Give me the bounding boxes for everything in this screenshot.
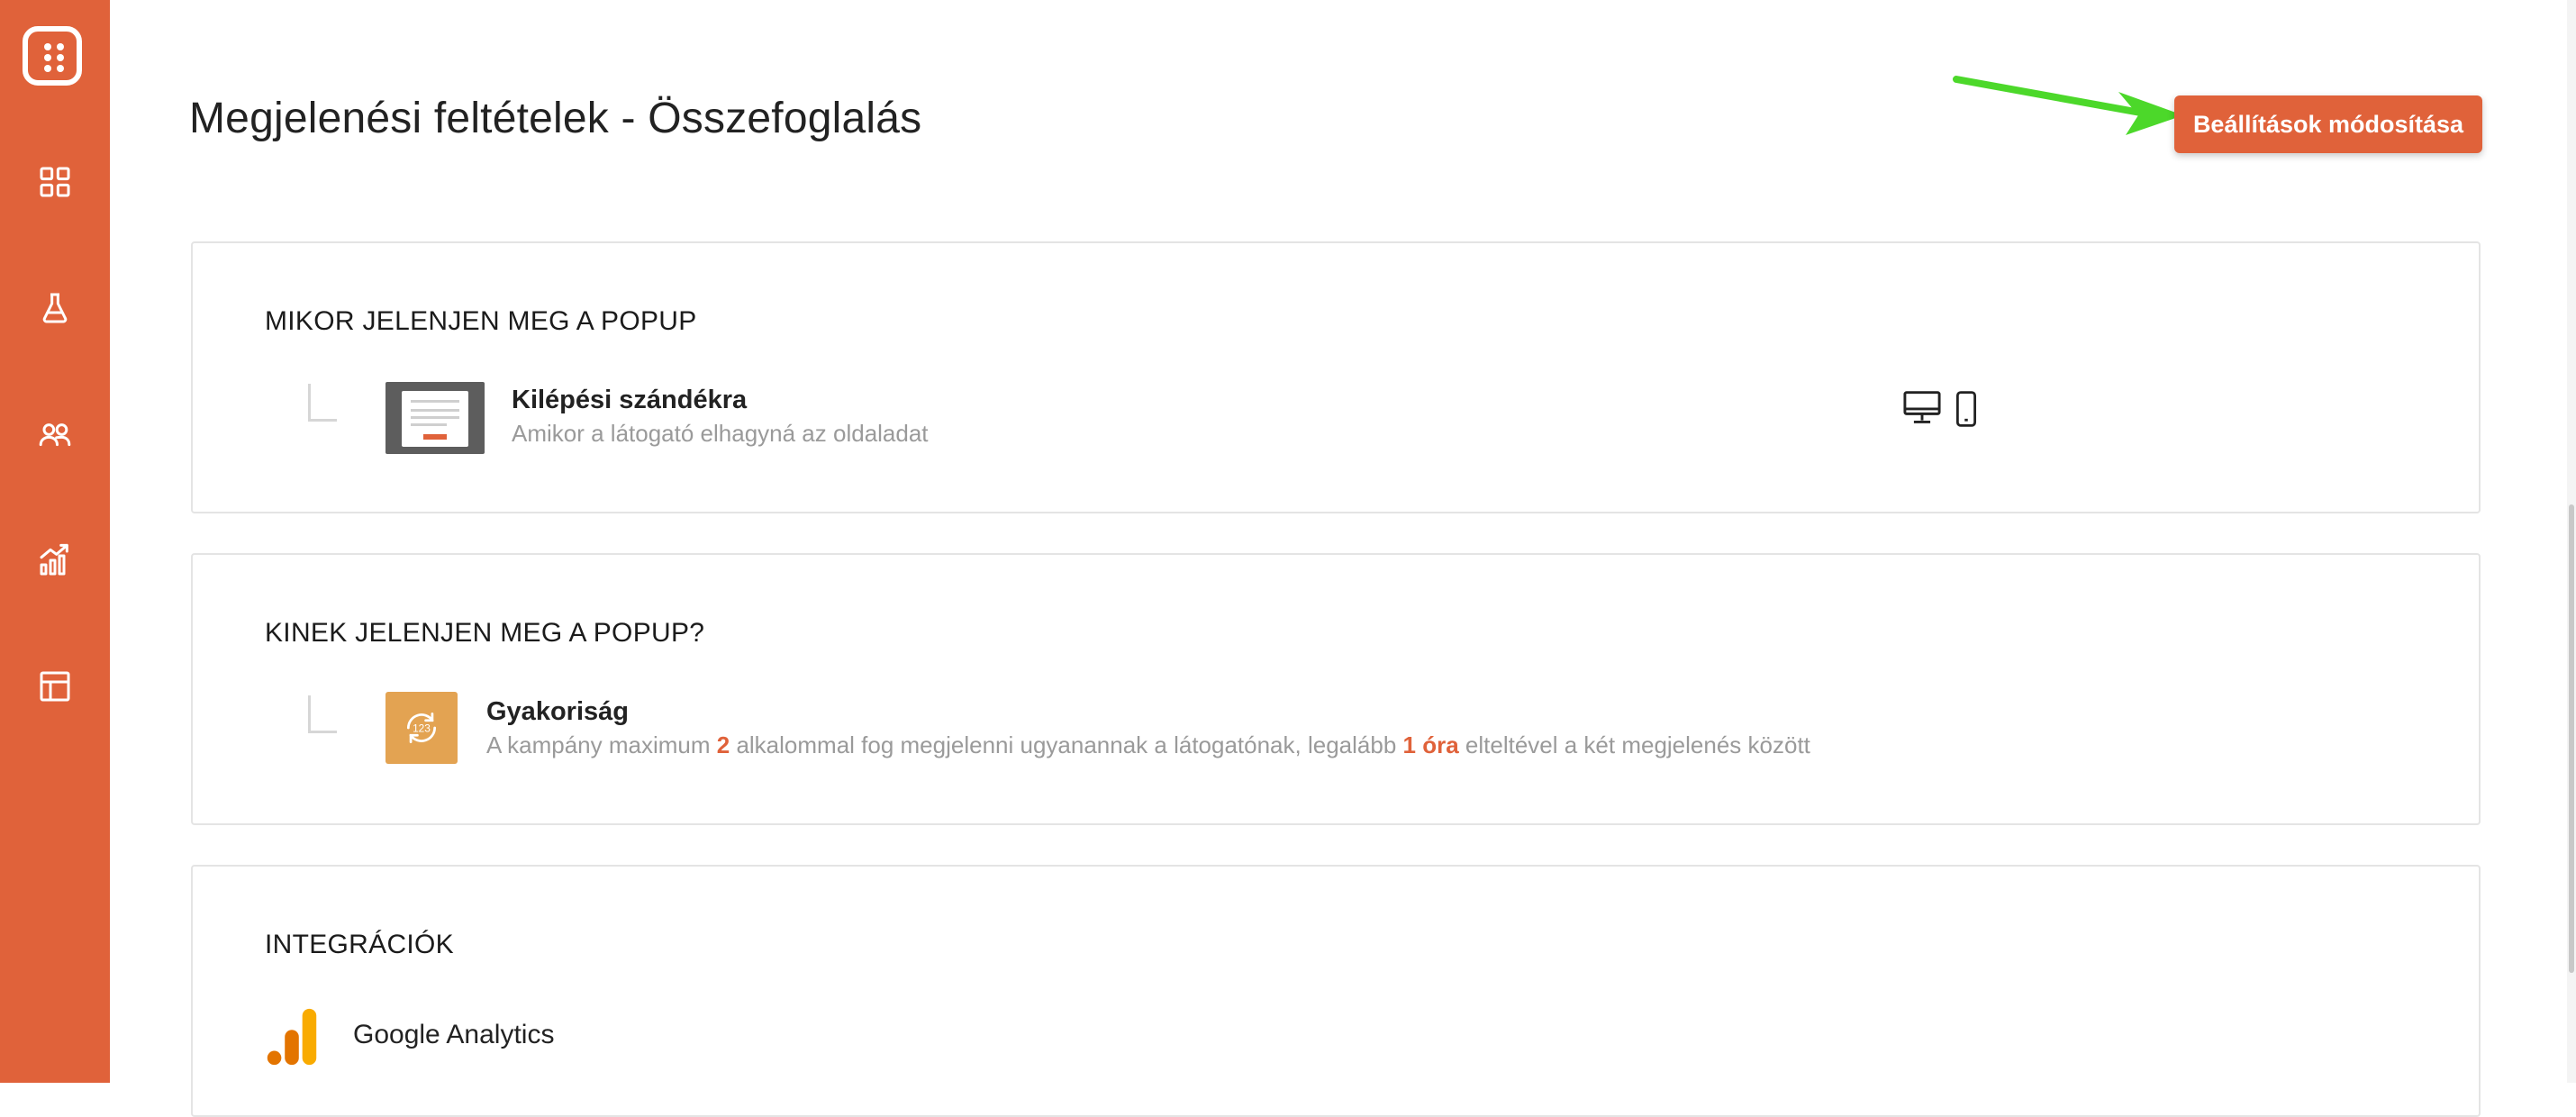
- tree-connector: [308, 384, 337, 422]
- sidebar-item-dashboard[interactable]: [0, 137, 110, 227]
- sidebar-item-analytics[interactable]: [0, 515, 110, 605]
- who-card: KINEK JELENJEN MEG A POPUP? 123 Gyakoris…: [191, 553, 2481, 825]
- exit-intent-title: Kilépési szándékra: [512, 386, 748, 414]
- sidebar: [0, 0, 110, 1083]
- max-count-value: 2: [716, 731, 730, 758]
- google-analytics-label: Google Analytics: [353, 1020, 555, 1049]
- who-card-title: KINEK JELENJEN MEG A POPUP?: [265, 618, 705, 648]
- desktop-icon: [1903, 391, 1941, 423]
- page-scrollbar[interactable]: [2567, 0, 2576, 1083]
- when-card: MIKOR JELENJEN MEG A POPUP Kilépési szán…: [191, 241, 2481, 513]
- page-title: Megjelenési feltételek - Összefoglalás: [189, 95, 922, 142]
- min-interval-value: 1 óra: [1402, 731, 1459, 758]
- scrollbar-thumb[interactable]: [2569, 504, 2574, 973]
- edit-settings-button[interactable]: Beállítások módosítása: [2174, 95, 2482, 153]
- svg-text:123: 123: [413, 722, 431, 735]
- integrations-card-title: INTEGRÁCIÓK: [265, 930, 454, 959]
- frequency-description: A kampány maximum 2 alkalommal fog megje…: [486, 731, 1810, 758]
- integrations-card: INTEGRÁCIÓK Google Analytics: [191, 865, 2481, 1117]
- annotation-arrow-icon: [1953, 76, 2181, 135]
- frequency-icon: 123: [385, 692, 458, 764]
- main-content: Megjelenési feltételek - Összefoglalás B…: [110, 0, 2567, 1117]
- frequency-title: Gyakoriság: [486, 697, 629, 726]
- flask-icon: [42, 293, 68, 323]
- google-analytics-icon: [267, 1008, 317, 1066]
- exit-intent-description: Amikor a látogató elhagyná az oldaladat: [512, 420, 929, 447]
- sidebar-item-experiments[interactable]: [0, 263, 110, 353]
- chart-icon: [40, 543, 68, 576]
- tree-connector: [308, 695, 337, 733]
- users-icon: [39, 423, 71, 447]
- sidebar-item-templates[interactable]: [0, 641, 110, 731]
- mobile-icon: [1955, 391, 1977, 427]
- grid-icon: [40, 167, 70, 197]
- layout-icon: [40, 671, 70, 702]
- exit-intent-thumbnail: [385, 382, 485, 454]
- app-logo-icon[interactable]: [23, 26, 82, 86]
- when-card-title: MIKOR JELENJEN MEG A POPUP: [265, 306, 697, 336]
- sidebar-item-audience[interactable]: [0, 389, 110, 479]
